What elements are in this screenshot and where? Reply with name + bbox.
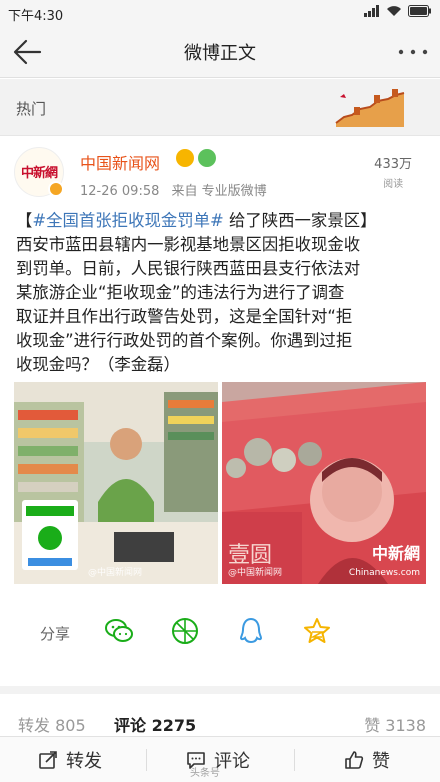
post-source: 来自 专业版微博 xyxy=(171,184,267,199)
page-title: 微博正文 xyxy=(184,43,256,64)
post-line: 某旅游企业“拒收现金”的违法行为进行了调查 xyxy=(16,283,345,302)
thumbs-up-icon xyxy=(345,751,364,769)
repost-icon xyxy=(39,751,57,769)
post-image-banknotes[interactable]: 壹圆 @中国新闻网 中新網 Chinanews.com xyxy=(222,382,426,584)
repost-count-tab[interactable]: 转发 805 xyxy=(18,712,86,736)
read-count: 433万 阅读 xyxy=(374,153,412,190)
moments-icon[interactable] xyxy=(170,616,200,646)
repost-label: 转发 xyxy=(66,751,102,772)
post-body: 【#全国首张拒收现金罚单# 给了陕西一家景区】 西安市蓝田县辖内一影视基地景区因… xyxy=(16,209,426,377)
divider xyxy=(146,749,147,771)
qq-icon[interactable] xyxy=(236,616,266,646)
avatar-logo-text: 中新網 xyxy=(20,166,58,181)
author-badges xyxy=(176,149,216,167)
section-label: 热门 xyxy=(16,100,47,118)
more-button[interactable] xyxy=(396,38,430,66)
image-logo-text: 中新網 xyxy=(371,544,420,563)
divider xyxy=(294,749,295,771)
overlay-watermark: 头条号 xyxy=(190,768,220,779)
verified-icon xyxy=(48,181,64,197)
qzone-icon[interactable] xyxy=(302,616,332,646)
status-icons xyxy=(364,5,432,17)
hot-section-bar: 热门 xyxy=(0,79,440,136)
read-count-value: 433万 xyxy=(374,157,412,172)
text-fragment: 给了陕西一家景区】 xyxy=(223,211,377,230)
post-line: 【#全国首张拒收现金罚单# 给了陕西一家景区】 xyxy=(16,209,426,233)
post-time: 12-26 09:58 xyxy=(80,184,160,199)
author-name[interactable]: 中国新闻网 xyxy=(80,150,160,174)
bottom-action-bar: 转发 评论 赞 xyxy=(0,736,440,782)
post-line: 到罚单。日前，人民银行陕西蓝田县支行依法对 xyxy=(16,259,361,278)
vip-crown-icon[interactable] xyxy=(176,149,194,167)
member-heart-icon[interactable] xyxy=(198,149,216,167)
post-meta: 12-26 09:58 来自 专业版微博 xyxy=(80,180,267,199)
like-button[interactable]: 赞 xyxy=(344,737,390,782)
great-wall-banner-image xyxy=(335,89,405,127)
more-dots-icon xyxy=(398,49,428,55)
text-fragment: 【 xyxy=(16,211,33,230)
interaction-counts: 转发 805 评论 2275 赞 3138 xyxy=(0,706,440,736)
read-count-label: 阅读 xyxy=(383,179,404,190)
post-line: 收现金吗？（李金磊） xyxy=(16,355,180,374)
like-count-tab[interactable]: 赞 3138 xyxy=(364,712,426,736)
comment-count-tab[interactable]: 评论 2275 xyxy=(114,712,196,736)
nav-bar: 微博正文 xyxy=(0,26,440,78)
post-line: 西安市蓝田县辖内一影视基地景区因拒收现金收 xyxy=(16,235,361,254)
post-image-store-counter[interactable]: @中国新闻网 xyxy=(14,382,218,584)
image-watermark: @中国新闻网 xyxy=(228,568,283,578)
image-watermark: @中国新闻网 xyxy=(88,568,143,578)
status-bar: 下午4:30 xyxy=(0,0,440,26)
post-line: 取证并且作出行政警告处罚，这是全国针对“拒 xyxy=(16,307,353,326)
signal-icon xyxy=(364,5,379,17)
repost-button[interactable]: 转发 xyxy=(38,737,102,782)
post-line: 收现金”进行行政处罚的首个案例。你遇到过拒 xyxy=(16,331,353,350)
post-header: 中新網 中国新闻网 12-26 09:58 来自 专业版微博 433万 阅读 xyxy=(0,137,440,207)
share-row: 分享 xyxy=(0,614,440,650)
battery-icon xyxy=(408,5,431,17)
status-time: 下午4:30 xyxy=(8,9,64,24)
share-label: 分享 xyxy=(40,625,71,643)
wifi-icon xyxy=(387,6,401,16)
section-separator xyxy=(0,686,440,694)
hashtag-link[interactable]: #全国首张拒收现金罚单# xyxy=(32,211,223,230)
wechat-icon[interactable] xyxy=(104,616,134,646)
like-label: 赞 xyxy=(372,751,390,772)
image-site-text: Chinanews.com xyxy=(348,568,420,578)
